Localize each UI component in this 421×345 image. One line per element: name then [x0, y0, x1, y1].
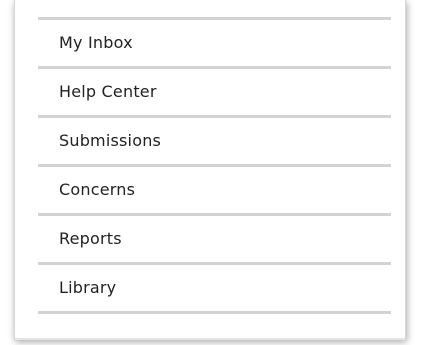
- menu-item-label: Help Center: [59, 82, 157, 101]
- menu-item-label: My Inbox: [59, 33, 133, 52]
- screenshot-stage: My Inbox Help Center Submissions Concern…: [0, 0, 421, 345]
- menu-item-label: Concerns: [59, 180, 136, 199]
- menu-item-help-center[interactable]: Help Center: [38, 69, 391, 118]
- menu-item-label: Submissions: [59, 131, 162, 150]
- menu-item-label: Library: [59, 278, 117, 297]
- navigation-panel: My Inbox Help Center Submissions Concern…: [14, 0, 406, 340]
- menu-item-concerns[interactable]: Concerns: [38, 167, 391, 216]
- menu-item-library[interactable]: Library: [38, 265, 391, 314]
- menu-item-my-inbox[interactable]: My Inbox: [38, 20, 391, 69]
- menu-item-submissions[interactable]: Submissions: [38, 118, 391, 167]
- menu-item-label: Reports: [59, 229, 122, 248]
- menu-item-reports[interactable]: Reports: [38, 216, 391, 265]
- navigation-menu: My Inbox Help Center Submissions Concern…: [38, 17, 391, 314]
